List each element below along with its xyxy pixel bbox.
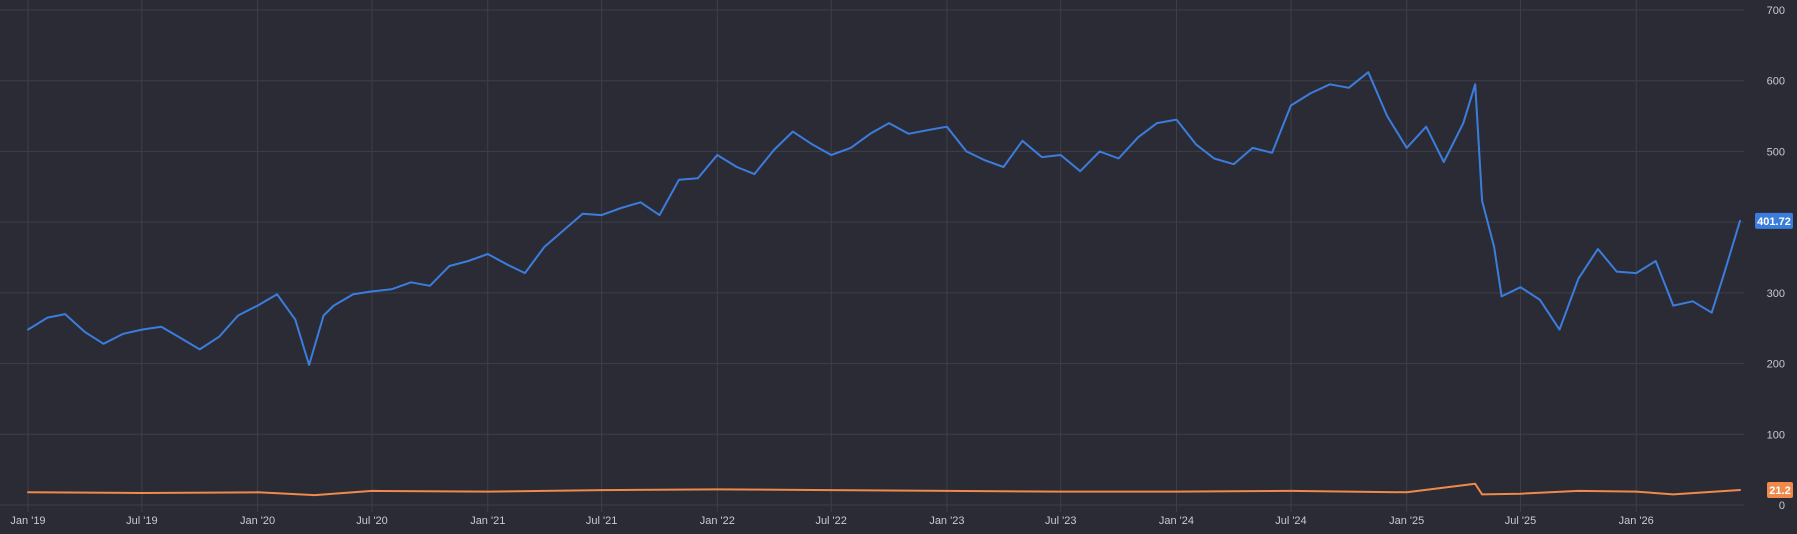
x-tick-label: Jan '26 <box>1619 515 1654 527</box>
series-line-2 <box>27 482 1741 497</box>
y-tick-label: 0 <box>1779 500 1785 512</box>
series-line-1 <box>27 71 1741 366</box>
x-tick-label: Jan '22 <box>700 515 735 527</box>
x-tick-label: Jul '23 <box>1045 515 1076 527</box>
series-layer <box>27 71 1741 497</box>
y-axis-tick-labels: 0100200300400500600700 <box>1767 5 1785 512</box>
x-tick-label: Jul '24 <box>1275 515 1306 527</box>
x-tick-label: Jan '24 <box>1159 515 1194 527</box>
y-tick-label: 100 <box>1767 429 1785 441</box>
last-value-badges: 401.72 21.2 <box>1755 212 1793 499</box>
y-tick-label: 500 <box>1767 146 1785 158</box>
last-value-label: 21.2 <box>1769 485 1790 497</box>
x-tick-label: Jul '25 <box>1505 515 1536 527</box>
x-tick-label: Jul '22 <box>815 515 846 527</box>
x-tick-label: Jan '25 <box>1389 515 1424 527</box>
y-tick-label: 700 <box>1767 5 1785 17</box>
y-tick-label: 600 <box>1767 76 1785 88</box>
last-value-label: 401.72 <box>1757 216 1791 228</box>
x-tick-label: Jul '20 <box>356 515 387 527</box>
x-tick-label: Jan '19 <box>10 515 45 527</box>
horizontal-gridlines <box>0 9 1744 506</box>
x-axis-tick-labels: Jan '19 Jul '19 Jan '20 Jul '20 Jan '21 Jul '… <box>10 515 1653 527</box>
x-tick-label: Jan '20 <box>240 515 275 527</box>
chart-area: 0100200300400500600700 Jan '19Jul '19Jan… <box>0 0 1797 534</box>
x-tick-label: Jan '21 <box>470 515 505 527</box>
line-chart: 0100200300400500600700 Jan '19Jul '19Jan… <box>0 0 1793 527</box>
vertical-gridlines <box>27 0 1637 512</box>
y-tick-label: 300 <box>1767 288 1785 300</box>
x-tick-label: Jan '23 <box>929 515 964 527</box>
y-tick-label: 200 <box>1767 359 1785 371</box>
x-tick-label: Jul '19 <box>126 515 157 527</box>
x-tick-label: Jul '21 <box>586 515 617 527</box>
